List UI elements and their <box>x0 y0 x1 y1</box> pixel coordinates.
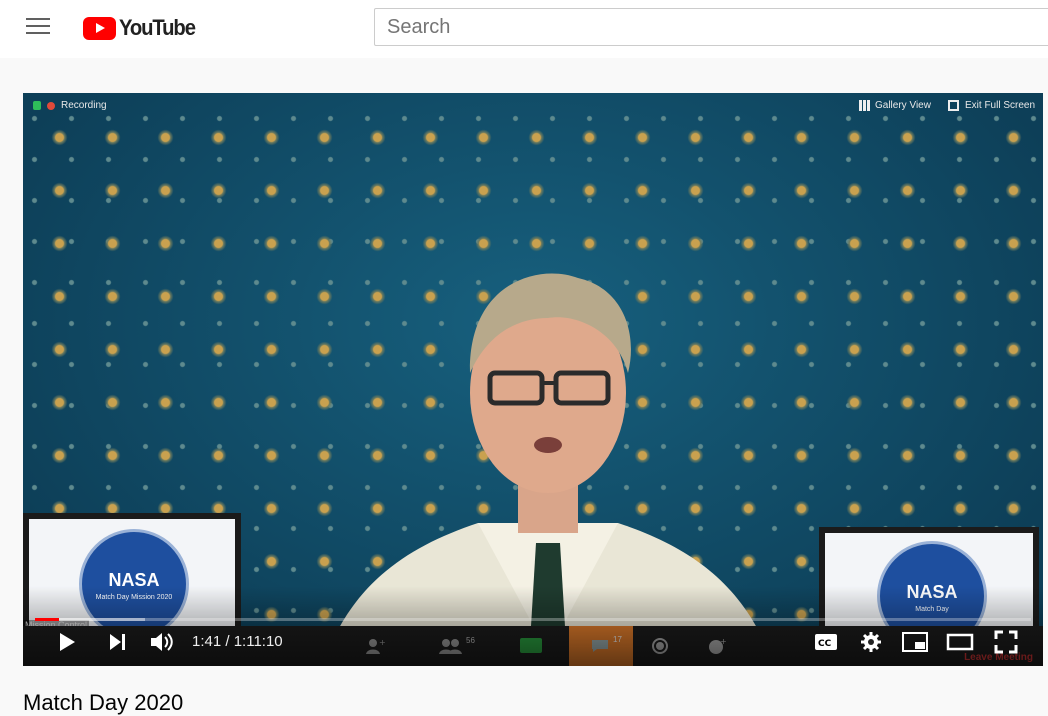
invite-icon: + <box>366 638 385 654</box>
fullscreen-icon <box>994 630 1018 654</box>
settings-button[interactable] <box>856 628 886 656</box>
theater-mode-button[interactable] <box>943 628 977 656</box>
record-dot-icon <box>47 101 55 110</box>
participants-icon <box>439 639 462 654</box>
miniplayer-button[interactable] <box>899 628 931 656</box>
next-icon <box>110 634 125 650</box>
menu-icon[interactable] <box>26 18 50 38</box>
video-title: Match Day 2020 <box>23 690 184 715</box>
recording-label: Recording <box>61 100 107 111</box>
progress-bar[interactable] <box>35 618 1031 621</box>
video-player[interactable]: Recording Gallery View Exit Full Screen … <box>23 93 1043 666</box>
participants-count: 56 <box>466 636 475 645</box>
masthead: YouTube <box>0 0 1048 58</box>
nasa-logo-text-right: NASA <box>906 582 958 602</box>
play-button[interactable] <box>53 628 81 656</box>
gear-icon <box>861 632 881 652</box>
share-screen-icon <box>520 638 542 653</box>
svg-text:+: + <box>720 638 726 646</box>
exit-fullscreen-label: Exit Full Screen <box>965 100 1036 111</box>
captions-button[interactable]: CC <box>811 628 841 656</box>
miniplayer-icon <box>902 632 928 652</box>
fullscreen-button[interactable] <box>989 628 1023 656</box>
time-display: 1:41 / 1:11:10 <box>192 633 283 650</box>
svg-text:+: + <box>379 638 385 647</box>
svg-text:CC: CC <box>818 639 832 649</box>
gallery-view-label: Gallery View <box>875 100 931 111</box>
gallery-view-button: Gallery View <box>859 100 931 111</box>
search-input[interactable] <box>374 8 1048 46</box>
volume-button[interactable] <box>147 628 177 656</box>
exit-fullscreen-zoom-button: Exit Full Screen <box>948 100 1035 111</box>
duration: 1:11:10 <box>233 633 283 650</box>
current-time: 1:41 <box>192 633 222 650</box>
play-icon <box>60 633 75 651</box>
nasa-logo-subtext: Match Day Mission 2020 <box>95 594 173 601</box>
volume-icon <box>151 633 173 651</box>
next-button[interactable] <box>105 628 131 656</box>
record-icon <box>652 638 668 654</box>
captions-icon: CC <box>815 634 837 650</box>
chat-count: 17 <box>613 635 622 644</box>
recording-indicator: Recording <box>33 100 107 111</box>
youtube-logo[interactable]: YouTube <box>83 15 201 40</box>
time-separator: / <box>225 633 234 650</box>
reactions-icon: + <box>709 638 726 654</box>
nasa-logo-text: NASA <box>108 570 160 590</box>
nasa-logo-subtext-right: Match Day <box>915 606 949 613</box>
progress-played <box>35 618 59 621</box>
presenter-figure <box>322 273 774 666</box>
grid-icon <box>859 100 870 111</box>
logo-text: YouTube <box>119 15 196 40</box>
exit-fullscreen-icon <box>948 100 959 111</box>
chat-highlight: 17 <box>569 626 633 666</box>
chat-icon <box>592 640 608 652</box>
theater-icon <box>946 633 974 651</box>
nasa-logo: NASA Match Day Mission 2020 <box>79 529 189 639</box>
lock-icon <box>33 101 41 110</box>
play-logo-icon <box>83 16 116 40</box>
